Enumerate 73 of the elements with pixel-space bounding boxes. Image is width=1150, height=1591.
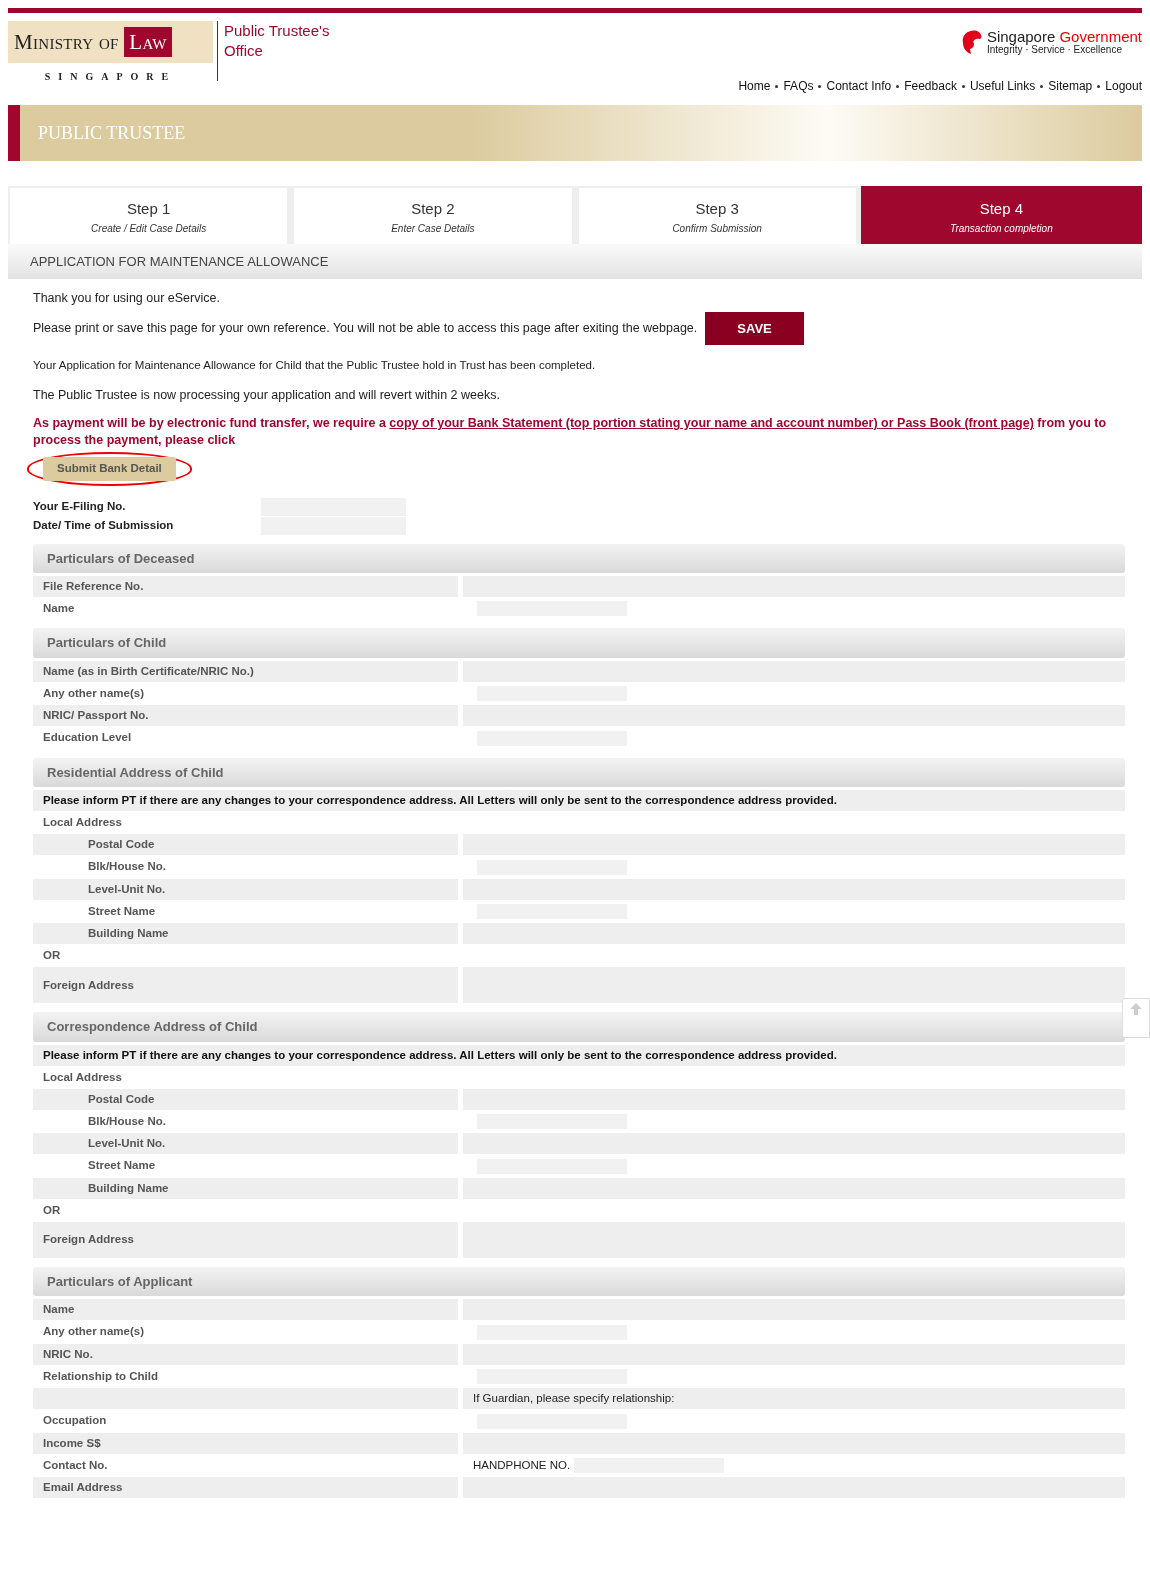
value-text: If Guardian, please specify relationship: — [473, 1392, 675, 1405]
section-header: Particulars of Child — [33, 628, 1125, 658]
field-label: Date/ Time of Submission — [33, 517, 175, 533]
banner-title: PUBLIC TRUSTEE — [38, 121, 186, 145]
field-label: Postal Code — [33, 1088, 458, 1110]
bank-statement-link[interactable]: copy of your Bank Statement (top portion stating your name and account number) or Pass Book (front page) — [389, 416, 1034, 431]
bullet-separator — [1040, 84, 1044, 88]
field-label: Any other name(s) — [42, 1324, 145, 1340]
ministry-logo: Ministry of Law — [8, 21, 213, 63]
bullet-separator — [896, 84, 900, 88]
field-label: NRIC No. — [33, 1343, 458, 1365]
nav-link[interactable]: Contact Info — [826, 77, 892, 95]
field-label: Income S$ — [33, 1432, 458, 1454]
intro-text: Your Application for Maintenance Allowance for Child that the Public Trustee hold in Trust has been completed. — [33, 358, 597, 374]
section-header: Correspondence Address of Child — [33, 1012, 1125, 1042]
payment-instructions: As payment will be by electronic fund transfer, we require a copy of your Bank Statement (top portion stating your name and account number) or Pass Book (front page) from you to process the payment, please click — [33, 415, 1108, 450]
intro-text: The Public Trustee is now processing your application and will revert within 2 weeks. — [33, 386, 501, 404]
field-label: Local Address — [42, 815, 123, 831]
field-label: Blk/House No. — [87, 1113, 167, 1129]
section-header: Particulars of Deceased — [33, 543, 1125, 573]
value-text: HANDPHONE NO. — [473, 1458, 571, 1471]
submit-bank-button[interactable]: Submit Bank Detail — [43, 457, 176, 481]
field-label: Contact No. — [42, 1457, 109, 1473]
notice-text: Please inform PT if there are any changes to your correspondence address. All Letters will only be sent to the correspondence address provided. — [33, 790, 1125, 812]
field-label: OR — [42, 1202, 62, 1218]
page-title: APPLICATION FOR MAINTENANCE ALLOWANCE — [8, 243, 1142, 279]
field-label: Building Name — [33, 923, 458, 945]
field-label: File Reference No. — [33, 576, 458, 597]
field-label: Education Level — [42, 730, 133, 746]
step-tab[interactable]: Step 1 Create / Edit Case Details — [8, 186, 290, 244]
field-label: Level-Unit No. — [33, 1133, 458, 1155]
field-label: Foreign Address — [33, 967, 458, 1004]
intro-text: Thank you for using our eService. — [33, 290, 221, 307]
field-label: Level-Unit No. — [33, 878, 458, 900]
bullet-separator — [818, 84, 822, 88]
field-label: Postal Code — [33, 834, 458, 856]
step-tab[interactable]: Step 2 Enter Case Details — [292, 186, 574, 244]
nav-link[interactable]: Feedback — [904, 77, 957, 95]
field-label: Name — [42, 601, 76, 616]
field-label: OR — [42, 948, 62, 964]
field-label: Occupation — [42, 1413, 108, 1429]
nav-link[interactable]: Sitemap — [1048, 77, 1093, 95]
step-tab[interactable]: Step 3 Confirm Submission — [576, 186, 858, 244]
field-label: Your E-Filing No. — [33, 498, 127, 514]
office-name: Public Trustee's Office — [217, 21, 347, 81]
step-tab[interactable]: Step 4 Transaction completion — [860, 186, 1142, 244]
field-label: Blk/House No. — [87, 859, 167, 875]
field-label: Name (as in Birth Certificate/NRIC No.) — [33, 660, 458, 682]
field-label: Building Name — [33, 1177, 458, 1199]
nav-link[interactable]: Home — [738, 77, 771, 95]
nav-link[interactable]: Logout — [1105, 77, 1142, 95]
field-label: Relationship to Child — [42, 1368, 159, 1384]
field-label: Street Name — [87, 1158, 157, 1174]
field-label: Foreign Address — [33, 1221, 458, 1258]
nav-link[interactable]: FAQs — [783, 77, 814, 95]
bullet-separator — [775, 84, 779, 88]
save-button[interactable]: SAVE — [705, 311, 804, 346]
field-label: NRIC/ Passport No. — [33, 705, 458, 727]
field-label: Street Name — [87, 903, 157, 919]
field-label: Any other name(s) — [42, 685, 145, 701]
nav-link[interactable]: Useful Links — [969, 77, 1036, 95]
up-arrow-icon — [1130, 1002, 1142, 1015]
bullet-separator — [1097, 84, 1101, 88]
notice-text: Please inform PT if there are any changes to your correspondence address. All Letters will only be sent to the correspondence address provided. — [33, 1044, 1125, 1066]
field-label: Name — [33, 1299, 458, 1321]
intro-text: Please print or save this page for your own reference. You will not be able to access this page after exiting the webpage. — [33, 320, 698, 338]
section-header: Particulars of Applicant — [33, 1266, 1125, 1297]
field-label: Local Address — [42, 1069, 123, 1085]
section-header: Residential Address of Child — [33, 757, 1125, 788]
country-text: SINGAPORE — [44, 69, 177, 84]
back-to-top-button[interactable] — [1122, 998, 1150, 1038]
bullet-separator — [961, 84, 965, 88]
field-label: Email Address — [33, 1477, 458, 1499]
